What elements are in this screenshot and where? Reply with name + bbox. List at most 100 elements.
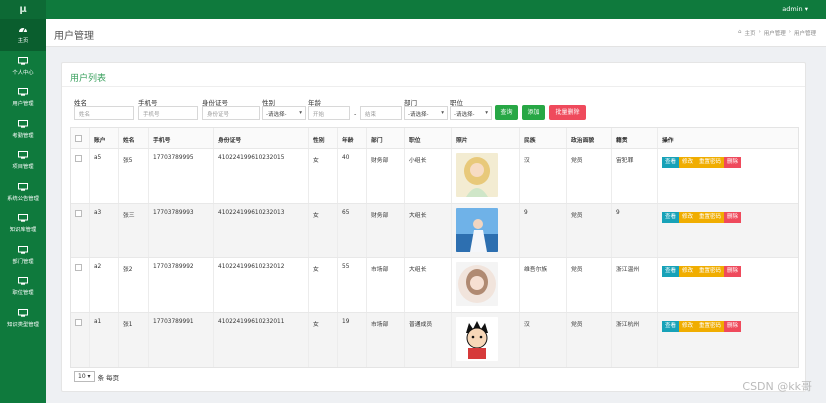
user-photo bbox=[456, 207, 498, 252]
origin-cell: 9 bbox=[612, 203, 658, 257]
page-title: 用户管理 bbox=[54, 31, 94, 42]
account-cell: a5 bbox=[90, 149, 119, 203]
age-cell: 55 bbox=[338, 258, 367, 312]
sidebar-item-label: 个人中心 bbox=[12, 69, 34, 76]
age-end-input[interactable]: 结束 bbox=[360, 106, 402, 120]
monitor-icon bbox=[18, 214, 28, 222]
view-button[interactable]: 查看 bbox=[662, 266, 680, 277]
breadcrumb-separator: › bbox=[758, 29, 761, 35]
column-header: 照片 bbox=[452, 128, 520, 148]
id-cell: 410224199610232012 bbox=[214, 258, 309, 312]
watermark: CSDN @kk哥 bbox=[742, 380, 812, 393]
select-all-checkbox[interactable] bbox=[75, 135, 82, 142]
reset-password-button[interactable]: 重置密码 bbox=[696, 320, 725, 332]
edit-button[interactable]: 修改 bbox=[679, 266, 697, 277]
breadcrumb-item[interactable]: 用户管理 bbox=[764, 29, 786, 37]
select-all-cell bbox=[71, 128, 90, 148]
dashboard-icon bbox=[19, 28, 27, 33]
sidebar-item-label: 部门管理 bbox=[12, 258, 34, 265]
search-button[interactable]: 查询 bbox=[495, 105, 518, 120]
sidebar-item-label: 知识库管理 bbox=[9, 227, 37, 234]
department-cell: 市场部 bbox=[367, 312, 405, 367]
top-bar: admin ▾ bbox=[46, 0, 826, 19]
origin-cell: 浙江温州 bbox=[612, 258, 658, 312]
add-button[interactable]: 添加 bbox=[522, 105, 545, 120]
page-size-label: 条 每页 bbox=[97, 373, 120, 382]
gender-select[interactable]: -请选择- bbox=[262, 106, 306, 120]
breadcrumb-home[interactable]: 主页 bbox=[745, 29, 756, 37]
page-size-select[interactable]: 10 ▾ bbox=[74, 371, 95, 382]
id-cell: 410224199610232013 bbox=[214, 203, 309, 257]
age-cell: 40 bbox=[338, 149, 367, 203]
sidebar-item-projects[interactable]: 项目管理 bbox=[0, 145, 46, 177]
phone-input[interactable]: 手机号 bbox=[138, 106, 198, 120]
account-cell: a3 bbox=[90, 203, 119, 257]
phone-cell: 17703789991 bbox=[149, 312, 214, 367]
ethnic-cell: 维吾尔族 bbox=[520, 258, 567, 312]
id-number-input[interactable]: 身份证号 bbox=[202, 106, 260, 120]
sidebar-item-positions[interactable]: 职位管理 bbox=[0, 271, 46, 303]
political-cell: 党员 bbox=[567, 203, 612, 257]
gender-cell: 女 bbox=[309, 312, 338, 367]
reset-password-button[interactable]: 重置密码 bbox=[696, 266, 725, 277]
sidebar-item-knowledge-types[interactable]: 知识类型管理 bbox=[0, 303, 46, 335]
department-select[interactable]: -请选择- bbox=[404, 106, 448, 120]
edit-button[interactable]: 修改 bbox=[679, 320, 697, 332]
sidebar-item-users[interactable]: 用户管理 bbox=[0, 82, 46, 114]
monitor-icon bbox=[18, 88, 28, 96]
table-row: a5 张5 17703789995 410224199610232015 女 4… bbox=[71, 149, 798, 204]
user-table: 账户 姓名 手机号 身份证号 性别 年龄 部门 职位 照片 民族 政治面貌 籍贯… bbox=[70, 127, 799, 368]
name-input[interactable]: 姓名 bbox=[74, 106, 134, 120]
age-start-input[interactable]: 开始 bbox=[308, 106, 350, 120]
user-list-card: 用户列表 姓名 姓名 手机号 手机号 身份证号 身份证号 性别 -请选择- 年龄… bbox=[61, 62, 806, 392]
column-header: 年龄 bbox=[338, 128, 367, 148]
view-button[interactable]: 查看 bbox=[662, 320, 680, 332]
view-button[interactable]: 查看 bbox=[662, 157, 680, 168]
edit-button[interactable]: 修改 bbox=[679, 211, 697, 223]
table-header-row: 账户 姓名 手机号 身份证号 性别 年龄 部门 职位 照片 民族 政治面貌 籍贯… bbox=[71, 128, 798, 149]
monitor-icon bbox=[18, 56, 28, 65]
sidebar-item-label: 考勤管理 bbox=[12, 132, 34, 139]
column-header: 籍贯 bbox=[612, 128, 658, 148]
row-checkbox[interactable] bbox=[75, 209, 82, 217]
sidebar-item-knowledge[interactable]: 知识库管理 bbox=[0, 208, 46, 240]
political-cell: 党员 bbox=[567, 149, 612, 203]
political-cell: 党员 bbox=[567, 312, 612, 367]
edit-button[interactable]: 修改 bbox=[679, 157, 697, 168]
user-photo bbox=[456, 262, 498, 306]
sidebar-item-attendance[interactable]: 考勤管理 bbox=[0, 114, 46, 146]
position-cell: 大组长 bbox=[405, 203, 452, 257]
delete-button[interactable]: 删除 bbox=[724, 157, 742, 168]
batch-delete-button[interactable]: 批量删除 bbox=[549, 105, 586, 120]
column-header: 部门 bbox=[367, 128, 405, 148]
column-header: 手机号 bbox=[149, 128, 214, 148]
account-cell: a2 bbox=[90, 258, 119, 312]
position-select[interactable]: -请选择- bbox=[450, 106, 492, 120]
table-row: a2 张2 17703789992 410224199610232012 女 5… bbox=[71, 258, 798, 313]
age-cell: 19 bbox=[338, 312, 367, 367]
reset-password-button[interactable]: 重置密码 bbox=[696, 211, 725, 223]
age-range-dash: - bbox=[354, 110, 357, 118]
row-checkbox[interactable] bbox=[75, 318, 82, 326]
monitor-icon bbox=[18, 151, 28, 159]
row-checkbox[interactable] bbox=[75, 155, 82, 162]
page-header: 用户管理 ⌂ 主页 › 用户管理 › 用户管理 bbox=[46, 19, 826, 47]
position-cell: 小组长 bbox=[405, 149, 452, 203]
sidebar-item-profile[interactable]: 个人中心 bbox=[0, 51, 46, 83]
sidebar-item-announcements[interactable]: 系统公告管理 bbox=[0, 177, 46, 209]
view-button[interactable]: 查看 bbox=[662, 211, 680, 223]
page-size-control: 10 ▾ 条 每页 bbox=[74, 371, 119, 382]
name-cell: 张三 bbox=[119, 203, 149, 257]
delete-button[interactable]: 删除 bbox=[724, 211, 742, 223]
reset-password-button[interactable]: 重置密码 bbox=[696, 157, 725, 168]
department-cell: 财务部 bbox=[367, 203, 405, 257]
sidebar-item-departments[interactable]: 部门管理 bbox=[0, 240, 46, 272]
sidebar-item-home[interactable]: 主页 bbox=[0, 19, 46, 51]
account-cell: a1 bbox=[90, 312, 119, 367]
user-menu[interactable]: admin ▾ bbox=[782, 5, 808, 13]
sidebar-item-label: 项目管理 bbox=[12, 164, 34, 171]
delete-button[interactable]: 删除 bbox=[724, 266, 742, 277]
delete-button[interactable]: 删除 bbox=[724, 320, 742, 332]
row-checkbox[interactable] bbox=[75, 264, 82, 271]
sidebar-item-label: 系统公告管理 bbox=[7, 195, 39, 202]
